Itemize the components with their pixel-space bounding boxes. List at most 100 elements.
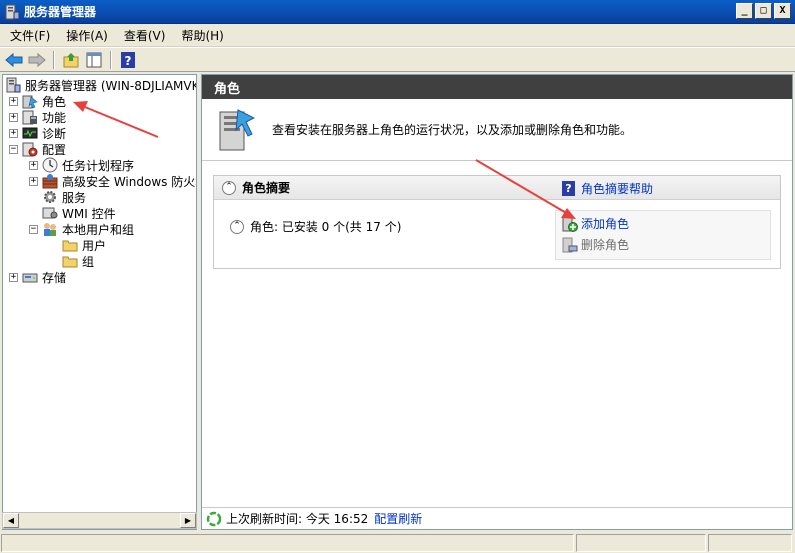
features-icon <box>22 110 37 125</box>
scroll-right-button[interactable]: ▶ <box>180 513 196 528</box>
storage-icon <box>22 273 38 283</box>
navigation-tree: 服务器管理器 (WIN-8DJLIAMVKM + 角色 + 功能 + 诊断 − … <box>2 74 197 530</box>
details-panel: 角色 查看安装在服务器上角色的运行状况，以及添加或删除角色和功能。 ⌃ 角色摘要… <box>201 74 793 530</box>
tree-label: WMI 控件 <box>62 206 116 221</box>
maximize-button[interactable]: □ <box>755 3 772 19</box>
collapse-toggle[interactable]: − <box>29 224 38 234</box>
expand-toggle[interactable]: + <box>29 176 38 186</box>
tree-node-features[interactable]: + 功能 <box>9 109 67 125</box>
refresh-status-bar: 上次刷新时间: 今天 16:52 配置刷新 <box>202 507 792 529</box>
menu-action[interactable]: 操作(A) <box>60 25 114 46</box>
remove-role-action: 删除角色 <box>562 236 629 253</box>
wmi-icon <box>42 207 58 219</box>
tree-label: 组 <box>82 254 95 269</box>
status-cell <box>576 534 706 552</box>
last-refresh-time: 上次刷新时间: 今天 16:52 <box>226 512 369 526</box>
up-folder-icon <box>63 52 79 67</box>
gear-icon <box>44 191 56 203</box>
firewall-icon <box>42 174 58 189</box>
users-group-icon <box>44 223 56 236</box>
toolbar: ? <box>0 47 795 72</box>
tree-node-server-manager[interactable]: 服务器管理器 (WIN-8DJLIAMVKM <box>5 77 197 93</box>
tree-label: 服务 <box>62 190 87 205</box>
tree-label: 服务器管理器 (WIN-8DJLIAMVKM <box>25 78 197 93</box>
back-arrow-icon <box>5 52 23 67</box>
tree-label: 高级安全 Windows 防火墙 <box>62 174 197 189</box>
status-cell <box>1 534 574 552</box>
tree-label: 任务计划程序 <box>62 158 135 173</box>
show-hide-tree-button[interactable] <box>84 50 104 70</box>
expand-toggle[interactable]: + <box>9 272 18 282</box>
tree-node-task-scheduler[interactable]: + 任务计划程序 <box>29 157 135 173</box>
roles-summary-section: ⌃ 角色摘要 ? 角色摘要帮助 ⌃ 角色: 已安装 0 个(共 17 个) 添加… <box>213 175 781 269</box>
tree-label: 角色 <box>42 94 67 109</box>
folder-icon <box>62 256 78 268</box>
close-button[interactable]: X <box>774 3 791 19</box>
configuration-icon <box>22 142 38 157</box>
tree-label: 功能 <box>42 110 67 125</box>
toolbar-separator <box>110 50 112 69</box>
tree-label: 存储 <box>42 270 67 285</box>
roles-summary-header: ⌃ 角色摘要 ? 角色摘要帮助 <box>214 176 780 200</box>
tree-label: 配置 <box>42 142 67 157</box>
server-manager-icon <box>6 77 21 93</box>
menu-file[interactable]: 文件(F) <box>4 25 56 46</box>
forward-button[interactable] <box>27 50 47 70</box>
help-icon: ? <box>562 181 575 196</box>
tree-label: 诊断 <box>42 126 67 141</box>
window-title: 服务器管理器 <box>24 5 97 19</box>
toolbar-separator <box>53 50 55 69</box>
tree-node-users[interactable]: 用户 <box>62 237 107 253</box>
tree-node-local-users-groups[interactable]: − 本地用户和组 <box>29 221 135 237</box>
menu-bar: 文件(F) 操作(A) 查看(V) 帮助(H) <box>0 25 795 47</box>
server-manager-icon <box>5 4 20 19</box>
expand-toggle[interactable]: + <box>9 96 18 106</box>
forward-arrow-icon <box>28 52 46 67</box>
back-button[interactable] <box>4 50 24 70</box>
status-bar <box>0 533 795 553</box>
refresh-icon <box>206 511 222 526</box>
up-level-button[interactable] <box>61 50 81 70</box>
roles-installed-count: 角色: 已安装 0 个(共 17 个) <box>250 220 402 234</box>
add-role-action[interactable]: 添加角色 <box>562 215 629 232</box>
help-button[interactable]: ? <box>118 50 138 70</box>
add-role-icon <box>562 216 578 232</box>
add-role-link[interactable]: 添加角色 <box>581 215 629 232</box>
expand-toggle[interactable]: + <box>29 160 38 170</box>
roles-icon <box>219 108 256 150</box>
clock-icon <box>42 157 58 173</box>
panel-header: 角色 <box>202 75 792 99</box>
tree-node-wmi[interactable]: WMI 控件 <box>42 205 117 221</box>
collapse-toggle[interactable]: − <box>9 144 18 154</box>
configure-refresh-link[interactable]: 配置刷新 <box>374 510 422 527</box>
tree-node-diagnostics[interactable]: + 诊断 <box>9 125 67 141</box>
expand-toggle[interactable]: + <box>9 128 18 138</box>
remove-role-link: 删除角色 <box>581 238 630 252</box>
minimize-button[interactable]: _ <box>736 3 753 19</box>
roles-icon <box>22 95 38 109</box>
tree-label: 本地用户和组 <box>62 222 135 237</box>
scroll-left-button[interactable]: ◀ <box>3 513 19 528</box>
menu-view[interactable]: 查看(V) <box>118 25 172 46</box>
tree-node-groups[interactable]: 组 <box>62 253 95 269</box>
window-controls: _ □ X <box>736 3 791 19</box>
panel-intro: 查看安装在服务器上角色的运行状况，以及添加或删除角色和功能。 <box>202 99 792 161</box>
roles-summary-title: 角色摘要 <box>242 181 291 195</box>
tree-node-storage[interactable]: + 存储 <box>9 269 67 285</box>
menu-help[interactable]: 帮助(H) <box>175 25 229 46</box>
tree-node-firewall[interactable]: + 高级安全 Windows 防火墙 <box>29 173 197 189</box>
remove-role-icon <box>562 237 578 252</box>
panel-description: 查看安装在服务器上角色的运行状况，以及添加或删除角色和功能。 <box>272 123 633 137</box>
tree-node-services[interactable]: 服务 <box>42 189 87 205</box>
tree-node-roles[interactable]: + 角色 <box>9 93 67 109</box>
expand-toggle[interactable]: + <box>9 112 18 122</box>
status-cell <box>708 534 792 552</box>
roles-summary-help-link[interactable]: ? 角色摘要帮助 <box>562 180 653 197</box>
tree-node-configuration[interactable]: − 配置 <box>9 141 67 157</box>
title-bar: 服务器管理器 _ □ X <box>0 0 795 24</box>
tree-horizontal-scrollbar[interactable]: ◀ ▶ <box>2 512 197 529</box>
roles-actions: 添加角色 删除角色 <box>555 210 771 260</box>
diagnostics-icon <box>22 127 38 139</box>
chevron-up-icon[interactable]: ⌃ <box>230 219 244 234</box>
chevron-up-icon[interactable]: ⌃ <box>222 180 236 195</box>
